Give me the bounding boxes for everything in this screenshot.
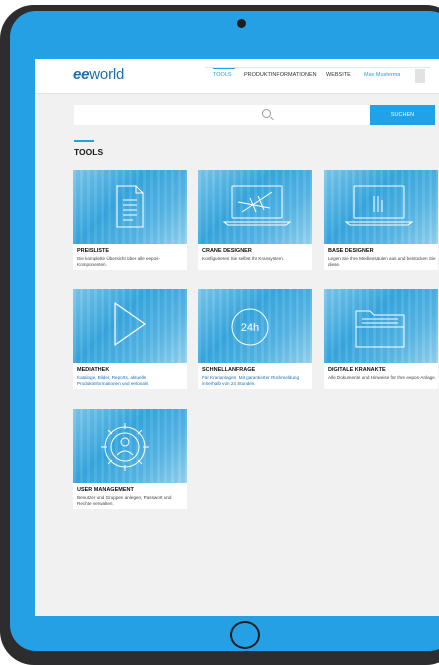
tool-card-digitale-kranakte[interactable]: DIGITALE KRANAKTE Alle Dokumente und Hin… (324, 289, 438, 389)
tool-card-user-management[interactable]: USER MANAGEMENT Benutzer und Gruppen anl… (73, 409, 187, 509)
search-icon (262, 109, 271, 118)
svg-text:24h: 24h (241, 322, 259, 334)
app-screen: eeworld TOOLS PRODUKTINFORMATIONEN WEBSI… (35, 59, 439, 616)
camera-icon (237, 19, 246, 28)
nav-divider (205, 67, 430, 68)
tool-description: Legen Sie Ihre Mediensäulen aus und best… (328, 256, 436, 267)
laptop-columns-icon (324, 170, 438, 244)
tool-title: USER MANAGEMENT (77, 487, 134, 493)
tool-title: BASE DESIGNER (328, 248, 374, 254)
tool-card-preisliste[interactable]: PREISLISTE Die komplette Übersicht über … (73, 170, 187, 270)
tool-title: PREISLISTE (77, 248, 110, 254)
home-button[interactable] (230, 621, 260, 649)
tool-card-mediathek[interactable]: MEDIATHEK Kataloge, Bilder, Reports, akt… (73, 289, 187, 389)
clock-24-icon: 24h (198, 289, 312, 363)
nav-website[interactable]: WEBSITE (326, 72, 351, 78)
section-marker (74, 140, 94, 142)
avatar[interactable] (415, 69, 425, 83)
search-button[interactable]: SUCHEN (370, 105, 435, 125)
laptop-crane-icon (198, 170, 312, 244)
play-icon (73, 289, 187, 363)
document-icon (73, 170, 187, 244)
top-bar: eeworld TOOLS PRODUKTINFORMATIONEN WEBSI… (35, 59, 439, 93)
tool-description: Benutzer und Gruppen anlegen, Passwort u… (77, 495, 172, 506)
tool-description: Für Krananlagen. Mit garantierter Rückme… (202, 375, 300, 386)
nav-active-indicator (213, 68, 235, 69)
tool-description: Alle Dokumente und Hinweise für Ihre eep… (328, 375, 437, 380)
logo[interactable]: eeworld (73, 66, 124, 83)
tool-title: MEDIATHEK (77, 367, 110, 373)
tool-title: DIGITALE KRANAKTE (328, 367, 386, 373)
section-title: TOOLS (74, 147, 104, 157)
tool-description: Kataloge, Bilder, Reports, aktuelle Prod… (77, 375, 149, 386)
gear-user-icon (73, 409, 187, 483)
search-input[interactable] (74, 105, 370, 125)
tool-title: CRANE DESIGNER (202, 248, 252, 254)
divider (35, 93, 439, 94)
tool-card-base-designer[interactable]: BASE DESIGNER Legen Sie Ihre Mediensäule… (324, 170, 438, 270)
tool-card-crane-designer[interactable]: CRANE DESIGNER Konfigurieren Sie selbst … (198, 170, 312, 270)
nav-produktinformationen[interactable]: PRODUKTINFORMATIONEN (244, 72, 317, 78)
tool-title: SCHNELLANFRAGE (202, 367, 256, 373)
tool-description: Die komplette Übersicht über alle eepos-… (77, 256, 160, 267)
tool-description: Konfigurieren Sie selbst Ihr Kransystem. (202, 256, 284, 261)
nav-tools[interactable]: TOOLS (213, 72, 232, 78)
folder-icon (324, 289, 438, 363)
user-name[interactable]: Max Musterma (364, 72, 400, 78)
tool-card-schnellanfrage[interactable]: 24h SCHNELLANFRAGE Für Krananlagen. Mit … (198, 289, 312, 389)
